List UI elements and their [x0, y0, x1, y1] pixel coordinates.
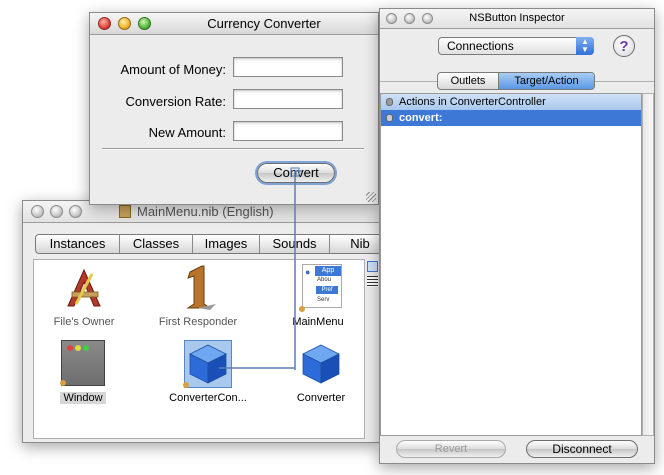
files-owner-instance[interactable]: File's Owner [44, 264, 124, 332]
zoom-button[interactable] [69, 205, 82, 218]
icon-view-icon[interactable] [367, 261, 378, 272]
connection-tabs: Outlets Target/Action [437, 72, 595, 90]
mainmenu-instance[interactable]: ● App Abou Pref Serv MainMenu [282, 264, 354, 332]
minimize-button[interactable] [118, 17, 131, 30]
mainmenu-label: MainMenu [292, 316, 344, 328]
outlet-indicator-icon [60, 380, 66, 386]
menu-item-about: Abou [317, 277, 332, 283]
instances-area: File's Owner First Responder ● App Abou … [33, 259, 365, 439]
menu-preview: ● App Abou Pref Serv [302, 264, 342, 308]
outlet-indicator-icon [299, 306, 305, 312]
first-responder-instance[interactable]: First Responder [146, 264, 250, 332]
window-label: Window [60, 392, 106, 404]
action-row-convert[interactable]: convert: [381, 110, 641, 126]
nib-tab-bar: Instances Classes Images Sounds Nib [35, 234, 391, 254]
separator [102, 148, 364, 150]
new-amount-label: New Amount: [148, 125, 226, 140]
close-button[interactable] [98, 17, 111, 30]
popup-arrows-icon: ▲ ▼ [576, 37, 594, 55]
tab-images[interactable]: Images [193, 235, 260, 253]
application-icon [67, 268, 101, 307]
tab-classes[interactable]: Classes [120, 235, 193, 253]
expand-indicator-icon [386, 98, 393, 106]
tab-instances[interactable]: Instances [36, 235, 120, 253]
outlet-indicator-icon [183, 382, 189, 388]
revert-button[interactable]: Revert [396, 440, 506, 458]
close-button[interactable] [31, 205, 44, 218]
inspector-titlebar[interactable]: NSButton Inspector [380, 9, 654, 29]
converter-label: Converter [296, 392, 346, 404]
inspector-mode-popup[interactable]: Connections ▲ ▼ [438, 37, 594, 55]
actions-header-label: Actions in ConverterController [399, 96, 546, 108]
apple-icon: ● [305, 267, 311, 277]
converter-window-title: Currency Converter [207, 16, 321, 31]
popup-value: Connections [447, 39, 514, 53]
converter-titlebar[interactable]: Currency Converter [90, 13, 378, 35]
action-label: convert: [399, 112, 443, 124]
tab-outlets[interactable]: Outlets [438, 73, 499, 89]
connected-indicator-icon [386, 114, 393, 122]
amount-label: Amount of Money: [120, 62, 227, 77]
inspector-window-title: NSButton Inspector [469, 12, 565, 24]
actions-list: Actions in ConverterController convert: [380, 93, 642, 436]
nib-file-icon [119, 205, 131, 218]
nib-window-title: MainMenu.nib (English) [137, 204, 274, 219]
menu-item-prefs: Pref [316, 286, 338, 294]
converter-controller-instance[interactable]: ConverterCon... [158, 340, 258, 410]
disconnect-button[interactable]: Disconnect [526, 440, 638, 458]
currency-converter-window: Currency Converter Amount of Money: Conv… [89, 12, 379, 205]
rate-label: Conversion Rate: [125, 94, 226, 109]
window-icon [61, 340, 105, 386]
rate-field[interactable] [233, 89, 343, 109]
list-scrollbar[interactable] [642, 93, 654, 436]
inspector-window: NSButton Inspector Connections ▲ ▼ ? Outl… [379, 8, 655, 464]
amount-field[interactable] [233, 57, 343, 77]
cube-icon [302, 344, 340, 384]
menu-item-services: Serv [317, 297, 330, 303]
minimize-button[interactable] [50, 205, 63, 218]
help-button[interactable]: ? [613, 35, 635, 57]
tab-sounds[interactable]: Sounds [260, 235, 330, 253]
list-view-icon[interactable] [367, 276, 378, 287]
menu-app-title: App [315, 266, 341, 276]
tab-target-action[interactable]: Target/Action [499, 73, 594, 89]
first-responder-label: First Responder [158, 316, 238, 328]
number-one-icon [186, 265, 216, 310]
nib-window: MainMenu.nib (English) Instances Classes… [22, 200, 391, 443]
files-owner-label: File's Owner [53, 316, 115, 328]
window-instance[interactable]: Window [48, 340, 118, 410]
resize-handle[interactable] [366, 192, 376, 202]
converter-instance[interactable]: Converter [286, 340, 356, 410]
list-header-row[interactable]: Actions in ConverterController [381, 94, 641, 110]
convert-button[interactable]: Convert [257, 163, 335, 183]
new-amount-field[interactable] [233, 121, 343, 141]
cube-icon [189, 344, 227, 384]
converter-controller-label: ConverterCon... [169, 392, 247, 404]
